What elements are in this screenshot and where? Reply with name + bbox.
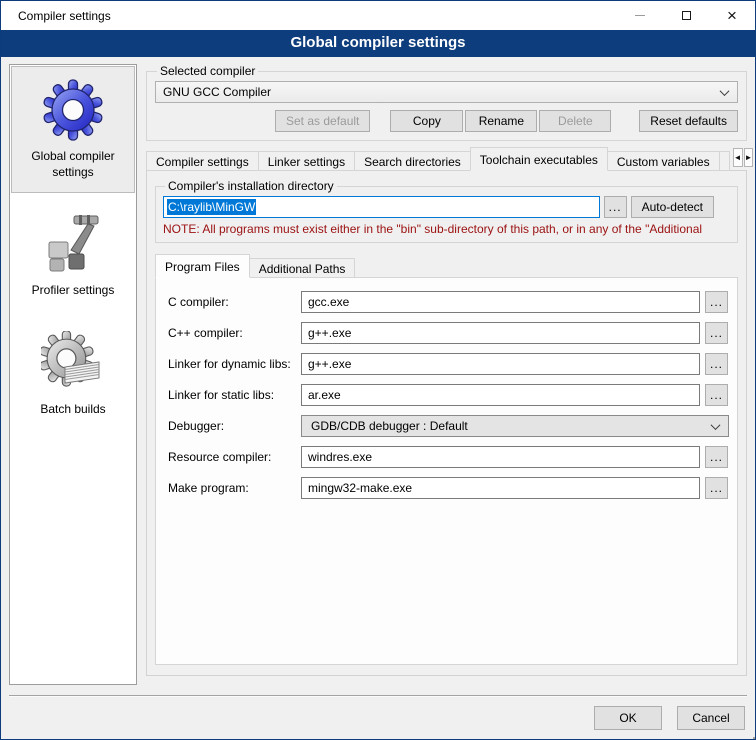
bin-subdirectory-note: NOTE: All programs must exist either in … [163, 222, 730, 236]
copy-button[interactable]: Copy [390, 110, 463, 132]
make-program-browse-button[interactable]: ... [705, 477, 728, 499]
program-files-tabstrip: Program Files Additional Paths [155, 254, 738, 278]
compiler-buttons-row: Set as default Copy Rename Delete Reset … [155, 110, 738, 132]
caption-buttons: × [617, 1, 755, 30]
gear-blue-icon [41, 78, 105, 142]
resize-grip-icon[interactable] [749, 733, 751, 735]
linker-dynamic-browse-button[interactable]: ... [705, 353, 728, 375]
profiler-caliper-icon [41, 212, 105, 276]
tab-toolchain-executables[interactable]: Toolchain executables [470, 147, 608, 171]
installation-directory-group: Compiler's installation directory C:\ray… [155, 179, 738, 243]
installation-directory-row: C:\raylib\MinGW ... Auto-detect [163, 196, 730, 218]
resource-compiler-input[interactable] [301, 446, 700, 468]
tab-linker-settings[interactable]: Linker settings [258, 151, 355, 171]
linker-dynamic-label: Linker for dynamic libs: [168, 357, 296, 371]
reset-defaults-button[interactable]: Reset defaults [639, 110, 738, 132]
selected-compiler-group: Selected compiler GNU GCC Compiler Set a… [146, 64, 747, 141]
maximize-icon [682, 11, 691, 20]
titlebar: Compiler settings × [1, 1, 755, 30]
debugger-select-value: GDB/CDB debugger : Default [311, 419, 712, 433]
resource-compiler-browse-button[interactable]: ... [705, 446, 728, 468]
installation-directory-legend: Compiler's installation directory [165, 179, 337, 193]
batch-builds-icon [41, 331, 105, 395]
c-compiler-input[interactable] [301, 291, 700, 313]
arrow-left-icon: ◄ [734, 153, 742, 162]
sidebar: Global compiler settings Profiler settin… [9, 64, 137, 685]
cpp-compiler-label: C++ compiler: [168, 326, 296, 340]
tab-search-directories[interactable]: Search directories [354, 151, 471, 171]
sidebar-item-label: Global compiler settings [16, 149, 130, 180]
dialog-content: Global compiler settings Profiler settin… [1, 57, 755, 695]
tab-scroll-left-button[interactable]: ◄ [733, 148, 743, 167]
sidebar-item-global-compiler-settings[interactable]: Global compiler settings [11, 66, 135, 193]
subtab-program-files[interactable]: Program Files [155, 254, 250, 278]
minimize-button[interactable] [617, 1, 663, 30]
sidebar-item-label: Profiler settings [32, 283, 115, 299]
compiler-select-value: GNU GCC Compiler [163, 85, 721, 99]
ok-button[interactable]: OK [594, 706, 662, 730]
cpp-compiler-input[interactable] [301, 322, 700, 344]
debugger-label: Debugger: [168, 419, 296, 433]
make-program-input[interactable] [301, 477, 700, 499]
cancel-button[interactable]: Cancel [677, 706, 745, 730]
make-program-label: Make program: [168, 481, 296, 495]
installation-directory-value: C:\raylib\MinGW [167, 199, 256, 215]
installation-directory-browse-button[interactable]: ... [604, 196, 627, 218]
maximize-button[interactable] [663, 1, 709, 30]
set-as-default-button[interactable]: Set as default [275, 110, 370, 132]
auto-detect-button[interactable]: Auto-detect [631, 196, 714, 218]
sidebar-item-profiler-settings[interactable]: Profiler settings [11, 200, 135, 312]
tab-custom-variables[interactable]: Custom variables [607, 151, 720, 171]
delete-button[interactable]: Delete [539, 110, 611, 132]
linker-static-browse-button[interactable]: ... [705, 384, 728, 406]
cpp-compiler-browse-button[interactable]: ... [705, 322, 728, 344]
sidebar-item-batch-builds[interactable]: Batch builds [11, 319, 135, 431]
linker-dynamic-input[interactable] [301, 353, 700, 375]
compiler-settings-dialog: Compiler settings × Global compiler sett… [0, 0, 756, 740]
toolchain-executables-page: Compiler's installation directory C:\ray… [146, 170, 747, 676]
arrow-right-icon: ► [745, 153, 753, 162]
window-title: Compiler settings [1, 9, 111, 23]
toolchain-fields: C compiler: ... C++ compiler: ... Linker… [168, 291, 729, 499]
tab-scroll-right-button[interactable]: ► [744, 148, 754, 167]
chevron-down-icon [720, 86, 730, 96]
debugger-select[interactable]: GDB/CDB debugger : Default [301, 415, 729, 437]
settings-tabstrip: Compiler settings Linker settings Search… [146, 147, 747, 171]
tab-compiler-settings[interactable]: Compiler settings [146, 151, 259, 171]
selected-compiler-legend: Selected compiler [157, 64, 258, 78]
rename-button[interactable]: Rename [465, 110, 537, 132]
linker-static-input[interactable] [301, 384, 700, 406]
c-compiler-label: C compiler: [168, 295, 296, 309]
sidebar-item-label: Batch builds [40, 402, 105, 418]
installation-directory-input[interactable]: C:\raylib\MinGW [163, 196, 600, 218]
close-icon: × [727, 7, 737, 24]
page-title: Global compiler settings [1, 30, 755, 57]
tab-build-options[interactable]: Build options [719, 151, 730, 171]
c-compiler-browse-button[interactable]: ... [705, 291, 728, 313]
minimize-icon [635, 15, 645, 16]
linker-static-label: Linker for static libs: [168, 388, 296, 402]
subtab-additional-paths[interactable]: Additional Paths [249, 258, 356, 278]
resource-compiler-label: Resource compiler: [168, 450, 296, 464]
program-files-page: C compiler: ... C++ compiler: ... Linker… [155, 277, 738, 665]
compiler-select[interactable]: GNU GCC Compiler [155, 81, 738, 103]
main-panel: Selected compiler GNU GCC Compiler Set a… [146, 64, 747, 685]
footer: OK Cancel [1, 697, 755, 739]
chevron-down-icon [711, 420, 721, 430]
close-button[interactable]: × [709, 1, 755, 30]
